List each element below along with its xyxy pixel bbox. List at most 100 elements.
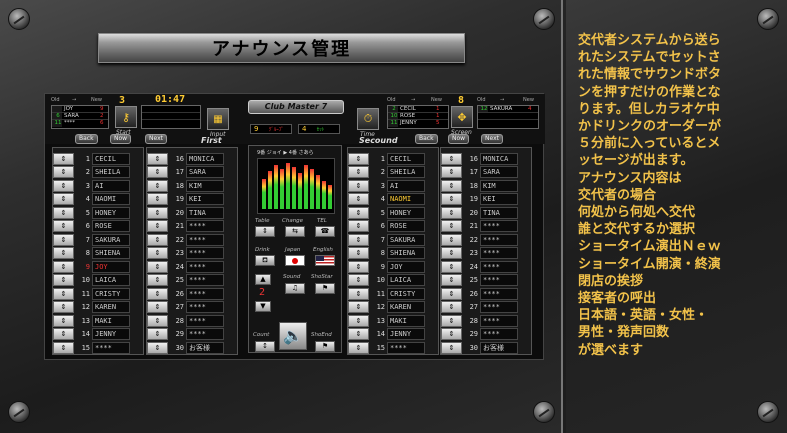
list-item-name[interactable]: **** [186, 260, 224, 273]
list-item-name[interactable]: **** [186, 301, 224, 313]
list-item[interactable]: ⇕ 28 **** [147, 314, 224, 327]
reorder-handle-icon[interactable]: ⇕ [53, 206, 74, 219]
reorder-handle-icon[interactable]: ⇕ [441, 341, 462, 354]
reorder-handle-icon[interactable]: ⇕ [147, 341, 168, 354]
list-item-name[interactable]: ROSE [387, 220, 425, 232]
list-item-name[interactable]: MAKI [387, 314, 425, 327]
list-item-name[interactable]: **** [480, 220, 518, 232]
list-item-name[interactable]: KIM [186, 179, 224, 192]
list-item[interactable]: ⇕ 19 KEI [441, 193, 518, 206]
list-item-name[interactable]: NAOMI [92, 193, 130, 205]
drink-button[interactable]: ⛾ [255, 255, 275, 266]
list-item[interactable]: ⇕ 27 **** [441, 301, 518, 314]
list-item-name[interactable]: SHEILA [387, 166, 425, 178]
list-item[interactable]: ⇕ 10 LAICA [348, 274, 425, 287]
list-item-name[interactable]: KEI [186, 193, 224, 205]
input-button[interactable]: ▦ [207, 108, 229, 130]
reorder-handle-icon[interactable]: ⇕ [348, 233, 369, 246]
list-item[interactable]: ⇕ 13 MAKI [53, 314, 130, 327]
list-item[interactable]: ⇕ 23 **** [441, 247, 518, 260]
list-item[interactable]: ⇕ 27 **** [147, 301, 224, 314]
list-item-name[interactable]: SARA [480, 166, 518, 178]
list-item-name[interactable]: LAICA [387, 274, 425, 286]
reorder-handle-icon[interactable]: ⇕ [441, 206, 462, 219]
table-button[interactable]: ⇕ [255, 226, 275, 237]
reorder-handle-icon[interactable]: ⇕ [53, 193, 74, 205]
list-item-name[interactable]: **** [186, 220, 224, 232]
reorder-handle-icon[interactable]: ⇕ [441, 233, 462, 246]
list-item[interactable]: ⇕ 10 LAICA [53, 274, 130, 287]
list-item[interactable]: ⇕ 25 **** [441, 274, 518, 287]
list-item[interactable]: ⇕ 1 CECIL [348, 152, 425, 165]
list-item[interactable]: ⇕ 2 SHEILA [53, 166, 130, 179]
list-item-name[interactable]: **** [480, 328, 518, 340]
list-item[interactable]: ⇕ 21 **** [441, 220, 518, 233]
list-item[interactable]: ⇕ 3 AI [53, 179, 130, 192]
list-item[interactable]: ⇕ 8 SHIENA [348, 247, 425, 260]
list-item-name[interactable]: JENNY [92, 328, 130, 340]
list-item[interactable]: ⇕ 9 JOY [348, 260, 425, 273]
list-item-name[interactable]: JOY [92, 260, 130, 273]
reorder-handle-icon[interactable]: ⇕ [53, 179, 74, 192]
list-item[interactable]: ⇕ 5 HONEY [348, 206, 425, 219]
reorder-handle-icon[interactable]: ⇕ [147, 328, 168, 340]
count-button[interactable]: ↕ [255, 341, 275, 352]
list-item[interactable]: ⇕ 15 **** [348, 341, 425, 354]
reorder-handle-icon[interactable]: ⇕ [147, 247, 168, 259]
showend-button[interactable]: ⚑ [315, 341, 335, 352]
reorder-handle-icon[interactable]: ⇕ [348, 220, 369, 232]
list-item[interactable]: ⇕ 4 NAOMI [53, 193, 130, 206]
list-item[interactable]: ⇕ 11 CRISTY [53, 287, 130, 300]
reorder-handle-icon[interactable]: ⇕ [441, 220, 462, 232]
list-item-name[interactable]: **** [480, 260, 518, 273]
list-item[interactable]: ⇕ 3 AI [348, 179, 425, 192]
reorder-handle-icon[interactable]: ⇕ [348, 260, 369, 273]
reorder-handle-icon[interactable]: ⇕ [147, 274, 168, 286]
list-item-name[interactable]: HONEY [387, 206, 425, 219]
list-item[interactable]: ⇕ 12 KAREN [53, 301, 130, 314]
list-item-name[interactable]: AI [387, 179, 425, 192]
reorder-handle-icon[interactable]: ⇕ [53, 341, 74, 354]
list-item-name[interactable]: SHIENA [92, 247, 130, 259]
list-item-name[interactable]: お客様 [186, 341, 224, 354]
list-item-name[interactable]: ROSE [92, 220, 130, 232]
list-item-name[interactable]: **** [186, 274, 224, 286]
list-item-name[interactable]: KEI [480, 193, 518, 205]
reorder-handle-icon[interactable]: ⇕ [147, 166, 168, 178]
list-item[interactable]: ⇕ 26 **** [147, 287, 224, 300]
reorder-handle-icon[interactable]: ⇕ [147, 314, 168, 327]
list-item-name[interactable]: TINA [186, 206, 224, 219]
list-item-name[interactable]: MONICA [186, 152, 224, 165]
reorder-handle-icon[interactable]: ⇕ [53, 233, 74, 246]
change-button[interactable]: ⇆ [285, 226, 305, 237]
list-item[interactable]: ⇕ 18 KIM [441, 179, 518, 192]
next-button-right[interactable]: Next [481, 134, 503, 144]
list-item[interactable]: ⇕ 4 NAOMI [348, 193, 425, 206]
list-item-name[interactable]: **** [387, 341, 425, 354]
list-item-name[interactable]: LAICA [92, 274, 130, 286]
list-item-name[interactable]: JENNY [387, 328, 425, 340]
list-item-name[interactable]: SARA [186, 166, 224, 178]
list-item-name[interactable]: JOY [387, 260, 425, 273]
list-item-name[interactable]: お客様 [480, 341, 518, 354]
reorder-handle-icon[interactable]: ⇕ [348, 152, 369, 165]
list-item[interactable]: ⇕ 30 お客様 [147, 341, 224, 354]
list-item[interactable]: ⇕ 1 CECIL [53, 152, 130, 165]
list-item-name[interactable]: **** [186, 328, 224, 340]
reorder-handle-icon[interactable]: ⇕ [348, 206, 369, 219]
list-item[interactable]: ⇕ 26 **** [441, 287, 518, 300]
reorder-handle-icon[interactable]: ⇕ [348, 274, 369, 286]
list-item[interactable]: ⇕ 17 SARA [441, 166, 518, 179]
reorder-handle-icon[interactable]: ⇕ [53, 260, 74, 273]
reorder-handle-icon[interactable]: ⇕ [441, 260, 462, 273]
reorder-handle-icon[interactable]: ⇕ [147, 206, 168, 219]
list-item[interactable]: ⇕ 29 **** [441, 328, 518, 341]
reorder-handle-icon[interactable]: ⇕ [147, 287, 168, 300]
list-item-name[interactable]: **** [480, 314, 518, 327]
list-item-name[interactable]: KIM [480, 179, 518, 192]
reorder-handle-icon[interactable]: ⇕ [348, 341, 369, 354]
list-item[interactable]: ⇕ 5 HONEY [53, 206, 130, 219]
list-item-name[interactable]: **** [480, 287, 518, 300]
list-item[interactable]: ⇕ 23 **** [147, 247, 224, 260]
next-button[interactable]: Next [145, 134, 167, 144]
